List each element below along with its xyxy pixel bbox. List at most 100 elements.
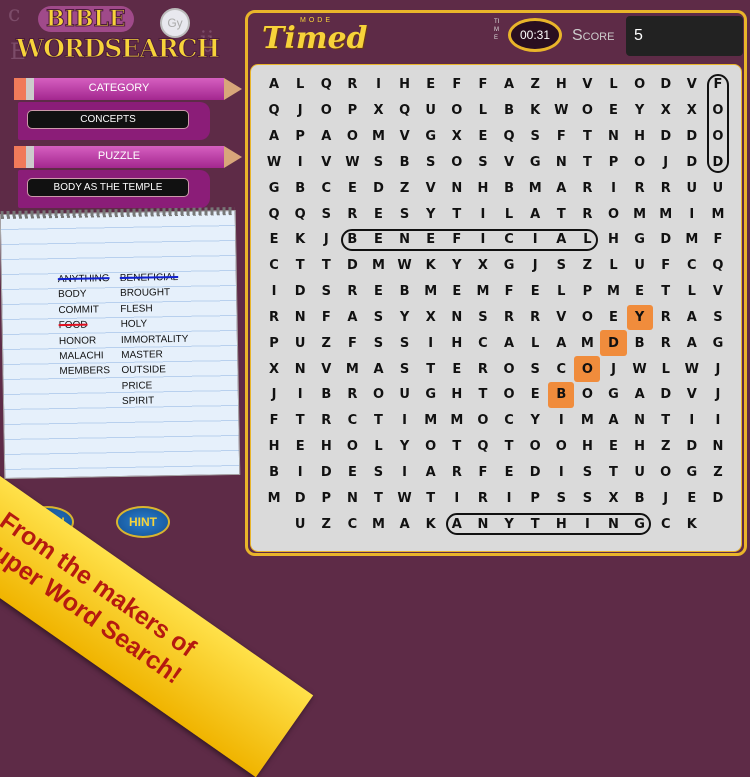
grid-cell[interactable]: C <box>679 253 705 279</box>
grid-cell[interactable]: B <box>261 460 287 486</box>
grid-cell[interactable]: R <box>574 175 600 201</box>
grid-cell[interactable]: N <box>705 434 731 460</box>
grid-cell[interactable]: S <box>365 330 391 356</box>
grid-cell[interactable]: Y <box>392 305 418 331</box>
grid-cell[interactable]: B <box>392 279 418 305</box>
grid-cell[interactable]: H <box>444 382 470 408</box>
grid-cell[interactable]: F <box>496 279 522 305</box>
grid-cell[interactable]: D <box>705 485 731 511</box>
grid-cell[interactable]: Q <box>470 434 496 460</box>
grid-cell[interactable]: L <box>365 434 391 460</box>
grid-cell[interactable]: Z <box>313 511 339 537</box>
grid-cell[interactable]: T <box>365 485 391 511</box>
grid-cell[interactable]: P <box>287 124 313 150</box>
grid-cell[interactable]: L <box>496 201 522 227</box>
grid-cell[interactable]: I <box>705 408 731 434</box>
grid-cell[interactable]: J <box>313 227 339 253</box>
grid-cell[interactable]: W <box>392 253 418 279</box>
grid-cell[interactable]: L <box>287 72 313 98</box>
grid-cell[interactable]: H <box>548 72 574 98</box>
letter-grid[interactable]: ALQRIHEFFAZHVLODVFQJOPXQUOLBKWOEYXXOAPAO… <box>261 72 731 537</box>
grid-cell[interactable]: M <box>444 408 470 434</box>
grid-cell[interactable]: C <box>339 408 365 434</box>
grid-cell[interactable]: M <box>653 201 679 227</box>
grid-cell[interactable]: I <box>444 485 470 511</box>
grid-cell[interactable]: M <box>600 279 626 305</box>
grid-cell[interactable]: X <box>418 305 444 331</box>
grid-cell[interactable]: O <box>339 434 365 460</box>
grid-cell[interactable]: X <box>365 98 391 124</box>
grid-cell[interactable]: I <box>470 201 496 227</box>
grid-cell[interactable]: V <box>679 72 705 98</box>
grid-cell[interactable]: J <box>653 150 679 176</box>
category-value[interactable]: CONCEPTS <box>27 110 189 129</box>
grid-cell[interactable]: P <box>313 485 339 511</box>
grid-cell[interactable]: V <box>392 124 418 150</box>
grid-cell[interactable]: L <box>600 72 626 98</box>
grid-cell[interactable]: E <box>287 434 313 460</box>
grid-cell[interactable]: O <box>444 98 470 124</box>
grid-cell[interactable]: S <box>548 253 574 279</box>
grid-cell[interactable]: D <box>339 253 365 279</box>
grid-cell[interactable]: E <box>365 227 391 253</box>
grid-cell[interactable]: U <box>287 511 313 537</box>
grid-cell[interactable]: X <box>600 485 626 511</box>
grid-cell[interactable]: M <box>339 356 365 382</box>
grid-cell[interactable]: R <box>444 460 470 486</box>
grid-cell[interactable]: I <box>574 511 600 537</box>
grid-cell[interactable]: E <box>600 305 626 331</box>
grid-cell[interactable]: S <box>392 201 418 227</box>
grid-cell[interactable]: M <box>679 227 705 253</box>
grid-cell[interactable]: B <box>627 330 653 356</box>
grid-cell[interactable]: S <box>365 150 391 176</box>
grid-cell[interactable]: F <box>313 305 339 331</box>
grid-cell[interactable]: I <box>261 279 287 305</box>
grid-cell[interactable]: I <box>287 382 313 408</box>
grid-cell[interactable]: S <box>705 305 731 331</box>
grid-cell[interactable]: U <box>679 175 705 201</box>
grid-cell[interactable]: L <box>522 330 548 356</box>
grid-cell[interactable]: E <box>470 124 496 150</box>
grid-cell[interactable]: R <box>313 408 339 434</box>
grid-cell[interactable]: S <box>313 279 339 305</box>
grid-cell[interactable]: O <box>600 201 626 227</box>
grid-cell[interactable]: E <box>418 72 444 98</box>
grid-cell[interactable]: E <box>261 227 287 253</box>
grid-cell[interactable]: A <box>679 305 705 331</box>
grid-cell[interactable]: E <box>496 460 522 486</box>
grid-cell[interactable]: A <box>339 305 365 331</box>
grid-cell[interactable]: I <box>548 408 574 434</box>
grid-cell[interactable]: S <box>365 305 391 331</box>
grid-cell[interactable]: O <box>339 124 365 150</box>
grid-cell[interactable]: R <box>574 201 600 227</box>
grid-cell[interactable]: D <box>653 382 679 408</box>
grid-cell[interactable]: C <box>653 511 679 537</box>
grid-cell[interactable]: T <box>444 201 470 227</box>
grid-cell[interactable]: T <box>548 201 574 227</box>
grid-cell[interactable]: O <box>627 72 653 98</box>
grid-cell[interactable]: O <box>365 382 391 408</box>
grid-cell[interactable]: Y <box>418 201 444 227</box>
grid-cell[interactable]: D <box>679 434 705 460</box>
grid-cell[interactable]: O <box>522 434 548 460</box>
grid-cell[interactable]: S <box>522 124 548 150</box>
grid-cell[interactable]: R <box>339 279 365 305</box>
grid-cell[interactable]: V <box>548 305 574 331</box>
grid-cell[interactable]: A <box>392 511 418 537</box>
grid-cell[interactable]: S <box>392 330 418 356</box>
grid-cell[interactable]: Y <box>444 253 470 279</box>
grid-cell[interactable]: T <box>574 124 600 150</box>
grid-cell[interactable]: H <box>313 434 339 460</box>
grid-cell[interactable]: X <box>653 98 679 124</box>
grid-cell[interactable]: K <box>522 98 548 124</box>
grid-cell[interactable]: F <box>705 227 731 253</box>
grid-cell[interactable]: O <box>548 434 574 460</box>
grid-cell[interactable]: G <box>261 175 287 201</box>
grid-cell[interactable]: P <box>574 279 600 305</box>
grid-cell[interactable]: A <box>261 124 287 150</box>
grid-cell[interactable]: E <box>444 356 470 382</box>
grid-cell[interactable]: A <box>600 408 626 434</box>
grid-cell[interactable]: O <box>444 150 470 176</box>
grid-cell[interactable]: F <box>444 227 470 253</box>
grid-cell[interactable]: S <box>470 305 496 331</box>
